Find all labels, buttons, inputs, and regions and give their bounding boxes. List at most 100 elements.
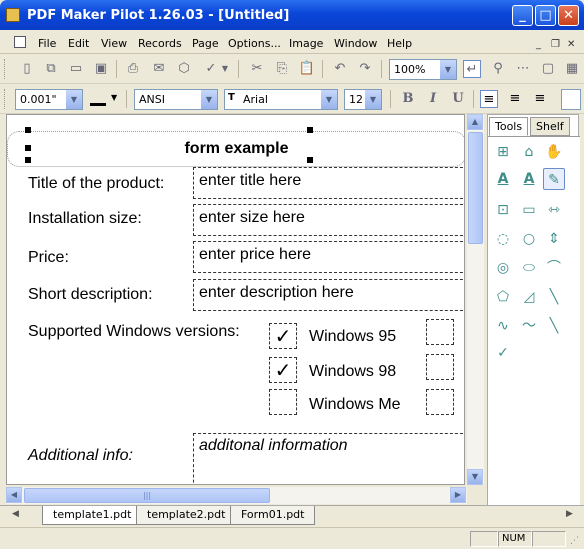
zoom-icon[interactable]: ⚲ xyxy=(489,60,507,78)
tab-template1[interactable]: template1.pdt xyxy=(42,506,143,525)
text-input[interactable] xyxy=(561,89,581,110)
circle-icon[interactable]: ○ xyxy=(518,228,540,250)
rectangle-icon[interactable]: ▭ xyxy=(518,199,540,221)
save-icon[interactable]: ▣ xyxy=(92,60,110,78)
title-field[interactable]: enter title here xyxy=(193,167,464,199)
selection-handle[interactable] xyxy=(307,127,313,133)
document-icon[interactable] xyxy=(14,36,26,48)
font-size-select[interactable]: 12 ▼ xyxy=(344,89,382,110)
mdi-minimize-button[interactable]: _ xyxy=(536,39,541,50)
export-icon[interactable]: ⬡ xyxy=(175,60,193,78)
form-title[interactable]: form example xyxy=(7,131,464,167)
mdi-restore-button[interactable]: ❐ xyxy=(551,39,560,50)
toolbar-grip[interactable] xyxy=(4,89,7,109)
diagonal-line-icon[interactable]: ╲ xyxy=(543,315,565,337)
undo-icon[interactable]: ↶ xyxy=(331,60,349,78)
curve-icon[interactable]: 〜 xyxy=(518,315,540,337)
scroll-left-button[interactable]: ◀ xyxy=(6,487,22,503)
line-icon[interactable]: ╲ xyxy=(543,286,565,308)
ellipse-select-icon[interactable]: ◎ xyxy=(492,257,514,279)
line-color-swatch[interactable] xyxy=(90,103,106,106)
line-width-select[interactable]: 0.001" ▼ xyxy=(15,89,83,110)
page-fit-icon[interactable]: ↵ xyxy=(463,60,481,78)
align-center-icon[interactable]: ≡ xyxy=(506,90,524,108)
scroll-right-button[interactable]: ▶ xyxy=(450,487,466,503)
circle-select-icon[interactable]: ◌ xyxy=(492,228,514,250)
tab-scroll-right-icon[interactable]: ▶ xyxy=(566,509,573,519)
menu-options[interactable]: Options... xyxy=(228,37,281,50)
tab-template2[interactable]: template2.pdt xyxy=(136,506,237,525)
selection-handle[interactable] xyxy=(25,157,31,163)
scroll-thumb[interactable] xyxy=(468,132,483,244)
checkbox-windows-me[interactable] xyxy=(269,389,297,415)
minimize-button[interactable]: _ xyxy=(512,5,533,26)
new-icon[interactable]: ▯ xyxy=(18,60,36,78)
chevron-down-icon[interactable]: ▼ xyxy=(220,60,230,78)
description-field[interactable]: enter description here xyxy=(193,279,464,311)
copy-icon[interactable]: ⎘ xyxy=(273,60,291,78)
menu-file[interactable]: File xyxy=(38,37,56,50)
mail-icon[interactable]: ✉ xyxy=(150,60,168,78)
chevron-down-icon[interactable]: ▼ xyxy=(111,93,117,102)
curve-select-icon[interactable]: ∿ xyxy=(492,315,514,337)
tab-form01[interactable]: Form01.pdt xyxy=(230,506,316,525)
menu-page[interactable]: Page xyxy=(192,37,219,50)
cut-icon[interactable]: ✂ xyxy=(248,60,266,78)
scroll-up-button[interactable]: ▲ xyxy=(467,114,483,130)
image-tool-icon[interactable]: ⊞ xyxy=(492,141,514,163)
spellcheck-icon[interactable]: ✓ xyxy=(202,60,220,78)
checkmark-tool-icon[interactable]: ✓ xyxy=(492,342,514,364)
horizontal-scrollbar[interactable]: ◀ ||| ▶ xyxy=(6,487,467,504)
checkbox-extra-2[interactable] xyxy=(426,354,454,380)
menu-records[interactable]: Records xyxy=(138,37,182,50)
arc-icon[interactable]: ⌒ xyxy=(543,257,565,279)
polygon-select-icon[interactable]: ⬠ xyxy=(492,286,514,308)
redo-icon[interactable]: ↷ xyxy=(356,60,374,78)
charset-select[interactable]: ANSI ▼ xyxy=(134,89,218,110)
ellipse-icon[interactable]: ⬭ xyxy=(518,257,540,279)
menu-help[interactable]: Help xyxy=(387,37,412,50)
underline-button[interactable]: U xyxy=(449,90,467,108)
chevron-down-icon[interactable]: ▼ xyxy=(66,90,82,109)
scroll-down-button[interactable]: ▼ xyxy=(467,469,483,485)
checkbox-extra-1[interactable] xyxy=(426,319,454,345)
close-button[interactable]: ✕ xyxy=(558,5,579,26)
tab-scroll-left-icon[interactable]: ◀ xyxy=(12,509,19,519)
tab-shelf[interactable]: Shelf xyxy=(530,117,570,136)
chevron-down-icon[interactable]: ▼ xyxy=(321,90,337,109)
menu-window[interactable]: Window xyxy=(334,37,377,50)
maximize-button[interactable]: □ xyxy=(535,5,556,26)
width-icon[interactable]: ⇿ xyxy=(543,199,565,221)
polygon-icon[interactable]: ◿ xyxy=(518,286,540,308)
checkbox-extra-3[interactable] xyxy=(426,389,454,415)
toolbar-grip[interactable] xyxy=(4,59,7,79)
font-select[interactable]: T Arial ▼ xyxy=(224,89,338,110)
selection-handle[interactable] xyxy=(25,127,31,133)
resize-grip[interactable]: ⋰ xyxy=(570,536,579,546)
chevron-down-icon[interactable]: ▼ xyxy=(440,60,456,79)
paste-icon[interactable]: 📋 xyxy=(298,60,316,78)
open-icon[interactable]: ▭ xyxy=(67,60,85,78)
print-icon[interactable]: ⎙ xyxy=(124,60,142,78)
thumbnails-icon[interactable]: ▦ xyxy=(563,60,581,78)
menu-image[interactable]: Image xyxy=(289,37,323,50)
selection-handle[interactable] xyxy=(307,157,313,163)
shape-tool-icon[interactable]: ⌂ xyxy=(518,141,540,163)
menu-view[interactable]: View xyxy=(101,37,127,50)
document-canvas[interactable]: form example Title of the product: enter… xyxy=(6,114,465,485)
hand-tool-icon[interactable]: ✋ xyxy=(543,141,565,163)
field-tool-icon[interactable]: A xyxy=(518,168,540,190)
mdi-close-button[interactable]: ✕ xyxy=(567,39,575,50)
frame-icon[interactable]: ▢ xyxy=(539,60,557,78)
align-left-icon[interactable]: ≡ xyxy=(480,90,498,108)
size-field[interactable]: enter size here xyxy=(193,204,464,236)
align-right-icon[interactable]: ≡ xyxy=(531,90,549,108)
pen-tool-icon[interactable]: ✎ xyxy=(543,168,565,190)
copy-page-icon[interactable]: ⧉ xyxy=(42,60,60,78)
height-icon[interactable]: ⇕ xyxy=(543,228,565,250)
grid-icon[interactable]: ⋯ xyxy=(514,60,532,78)
additional-info-field[interactable]: additonal information xyxy=(193,433,464,484)
scroll-thumb[interactable]: ||| xyxy=(24,488,270,503)
tab-tools[interactable]: Tools xyxy=(489,117,529,136)
text-tool-icon[interactable]: A xyxy=(492,168,514,190)
